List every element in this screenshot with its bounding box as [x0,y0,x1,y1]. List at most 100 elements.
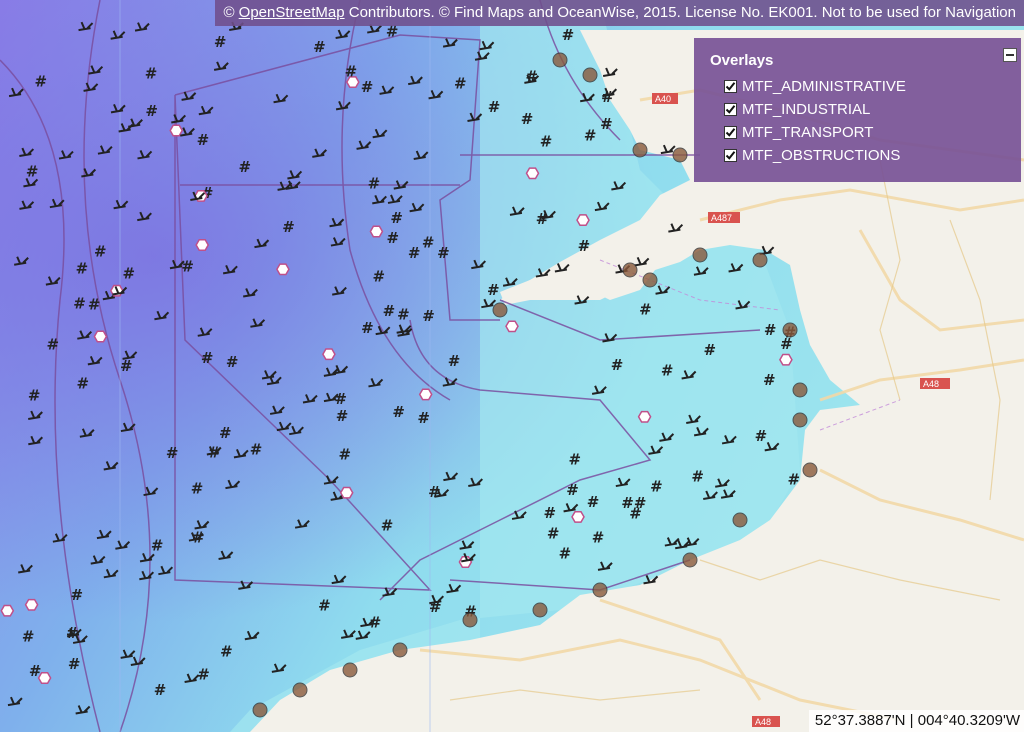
coastal-marker [392,642,408,658]
hash-wreck-symbol: # [76,259,89,277]
hash-wreck-symbol: # [238,158,251,176]
obstruction-marker [576,214,590,227]
overlay-checkbox[interactable] [724,80,737,93]
hash-wreck-symbol: # [422,307,435,325]
hash-wreck-symbol: # [601,88,614,106]
road-label: A40 [655,94,671,104]
coastal-marker [732,512,748,528]
coastal-marker [642,272,658,288]
hash-wreck-symbol: # [639,300,652,318]
overlay-item-transport[interactable]: MTF_TRANSPORT [710,121,1005,144]
hash-wreck-symbol: # [525,67,538,85]
coastal-marker [492,302,508,318]
hash-wreck-symbol: # [611,356,624,374]
hash-wreck-symbol: # [88,295,101,313]
obstruction-marker [322,348,336,361]
openstreetmap-link[interactable]: OpenStreetMap [239,4,345,21]
hash-wreck-symbol: # [197,131,210,149]
hash-wreck-symbol: # [154,681,167,699]
hash-wreck-symbol: # [429,598,442,616]
hash-wreck-symbol: # [755,427,768,445]
coastal-marker [252,702,268,718]
coastal-marker [622,262,638,278]
hash-wreck-symbol: # [219,424,232,442]
hash-wreck-symbol: # [201,349,214,367]
hash-wreck-symbol: # [584,127,597,145]
hash-wreck-symbol: # [661,361,674,379]
hash-wreck-symbol: # [336,407,349,425]
obstruction-marker [418,388,433,401]
hash-wreck-symbol: # [381,516,394,534]
overlay-checkbox[interactable] [724,126,737,139]
hash-wreck-symbol: # [338,445,351,463]
hash-wreck-symbol: # [650,478,663,496]
overlay-label: MTF_TRANSPORT [742,124,874,141]
hash-wreck-symbol: # [22,627,35,645]
overlays-panel: Overlays MTF_ADMINISTRATIVE MTF_INDUSTRI… [694,38,1021,182]
minus-icon [1006,54,1014,56]
obstruction-marker [169,124,184,137]
overlay-item-industrial[interactable]: MTF_INDUSTRIAL [710,98,1005,121]
hash-wreck-symbol: # [197,665,210,683]
hash-wreck-symbol: # [372,267,385,285]
hash-wreck-symbol: # [566,481,579,499]
overlay-checkbox[interactable] [724,103,737,116]
hash-wreck-symbol: # [35,72,48,90]
coastal-marker [592,582,608,598]
attribution-text: Contributors. © Find Maps and OceanWise,… [344,4,1016,21]
coastal-marker [342,662,358,678]
obstruction-marker [571,510,585,523]
hash-wreck-symbol: # [361,78,374,96]
coastal-marker [582,67,598,83]
attribution-prefix: © [223,4,239,21]
obstruction-marker [779,353,793,366]
hash-wreck-symbol: # [368,175,381,193]
overlay-label: MTF_OBSTRUCTIONS [742,147,901,164]
hash-wreck-symbol: # [76,375,89,393]
hash-wreck-symbol: # [543,504,556,522]
hash-wreck-symbol: # [250,441,263,459]
hash-wreck-symbol: # [559,544,572,562]
obstruction-marker [24,598,39,611]
road-label: A48 [923,379,939,389]
hash-wreck-symbol: # [764,321,777,339]
hash-wreck-symbol: # [145,102,158,120]
hash-wreck-symbol: # [634,494,647,512]
hash-wreck-symbol: # [47,335,60,353]
coastal-marker [802,462,818,478]
hash-wreck-symbol: # [181,258,194,276]
coastal-marker [752,252,768,268]
coastal-marker [462,612,478,628]
hash-wreck-symbol: # [122,265,135,283]
hash-wreck-symbol: # [73,294,86,312]
hash-wreck-symbol: # [383,302,396,320]
hash-wreck-symbol: # [214,33,227,51]
overlay-label: MTF_ADMINISTRATIVE [742,78,906,95]
obstruction-marker [93,330,108,343]
hash-wreck-symbol: # [703,341,716,359]
hash-wreck-symbol: # [345,62,358,80]
overlay-checkbox[interactable] [724,149,737,162]
coastal-marker [292,682,308,698]
coastal-marker [532,602,548,618]
hash-wreck-symbol: # [390,209,403,227]
map-attribution: © OpenStreetMap Contributors. © Find Map… [215,0,1024,26]
overlay-item-administrative[interactable]: MTF_ADMINISTRATIVE [710,75,1005,98]
hash-wreck-symbol: # [220,642,233,660]
hash-wreck-symbol: # [587,493,600,511]
obstruction-marker [637,410,652,423]
hash-wreck-symbol: # [417,409,430,427]
hash-wreck-symbol: # [361,319,374,337]
hash-wreck-symbol: # [592,529,605,547]
hash-wreck-symbol: # [282,218,295,236]
coastal-marker [682,552,698,568]
hash-wreck-symbol: # [448,352,461,370]
coastal-marker [792,382,808,398]
collapse-panel-button[interactable] [1003,48,1017,62]
road-label: A487 [711,213,732,223]
hash-wreck-symbol: # [66,624,79,642]
hash-wreck-symbol: # [151,537,164,555]
overlay-item-obstructions[interactable]: MTF_OBSTRUCTIONS [710,144,1005,167]
coastal-marker [672,147,688,163]
hash-wreck-symbol: # [562,26,575,44]
